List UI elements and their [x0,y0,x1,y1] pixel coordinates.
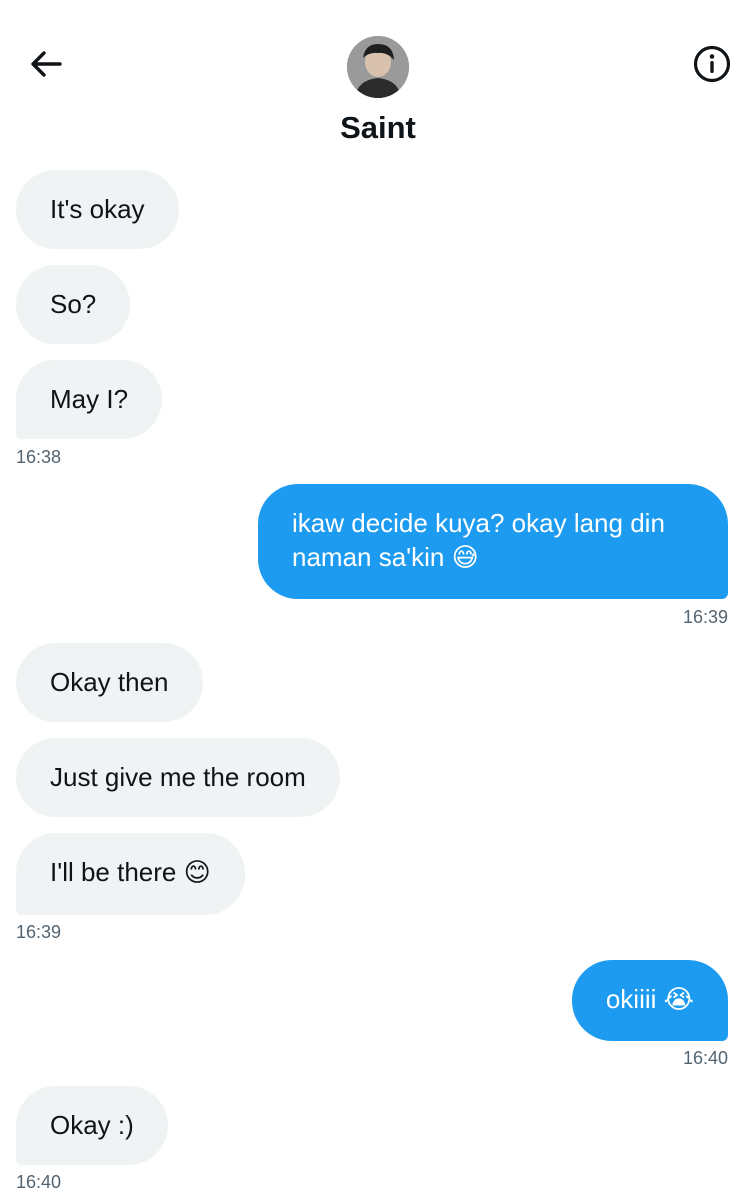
message-text: I'll be there 😊 [50,857,211,887]
message-text: So? [50,289,97,319]
message-text: It's okay [50,194,145,224]
incoming-message[interactable]: I'll be there 😊 [16,833,245,915]
incoming-message[interactable]: Okay then [16,643,203,722]
incoming-message[interactable]: Okay :) [16,1086,168,1165]
message-timestamp: 16:39 [16,922,62,942]
message-text: okiiii 😭 [605,984,694,1014]
message-text: Just give me the room [50,762,306,792]
conversation-info-button[interactable] [688,40,736,88]
contact-name[interactable]: Saint [0,110,756,146]
incoming-message[interactable]: It's okay [16,170,179,249]
message-timestamp: 16:40 [682,1048,728,1068]
message-text: May I? [50,384,129,414]
avatar-image [347,36,409,98]
info-icon [693,45,731,83]
back-arrow-icon [31,51,62,77]
outgoing-message[interactable]: ikaw decide kuya? okay lang din naman sa… [258,484,728,599]
outgoing-message[interactable]: okiiii 😭 [571,960,728,1041]
message-timestamp: 16:38 [16,447,62,467]
message-text: ikaw decide kuya? okay lang din naman sa… [292,508,665,572]
message-timestamp: 16:39 [682,607,728,627]
incoming-message[interactable]: Just give me the room [16,738,340,817]
incoming-message[interactable]: May I? [16,360,163,439]
message-text: Okay :) [50,1110,134,1140]
incoming-message[interactable]: So? [16,265,131,344]
message-timestamp: 16:40 [16,1172,62,1192]
conversation-header: Saint [0,0,756,160]
contact-avatar[interactable] [347,36,409,98]
message-text: Okay then [50,667,169,697]
back-button[interactable] [22,40,70,88]
